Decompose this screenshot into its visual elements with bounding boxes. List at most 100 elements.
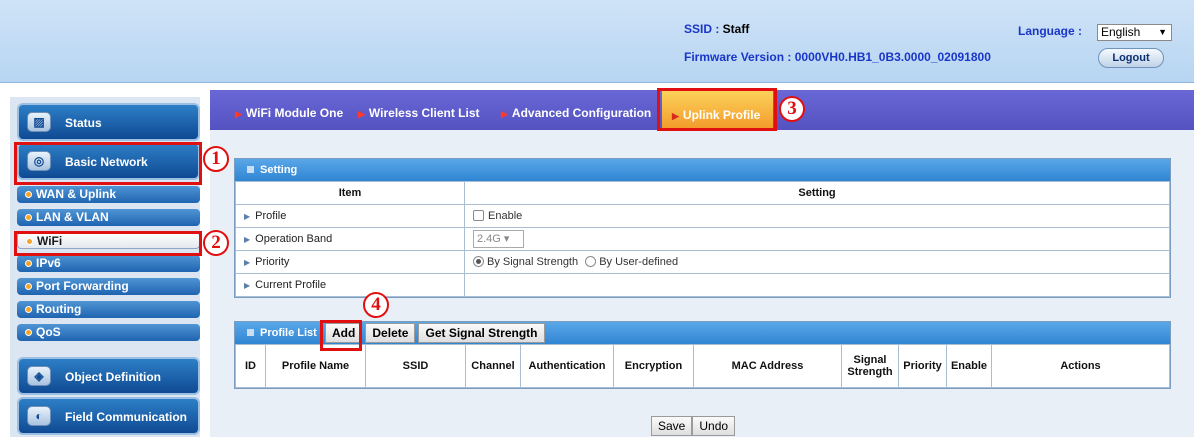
square-icon	[247, 166, 254, 173]
col-label: Strength	[847, 366, 893, 378]
setting-table: Item Setting ▶ Profile Enable ▶ Operation …	[235, 181, 1170, 297]
annotation-number-3: 3	[779, 96, 805, 122]
row-label: ▶ Current Profile	[235, 273, 465, 297]
top-header: SSID : Staff Firmware Version : 0000VH0.…	[0, 0, 1194, 83]
sidebar-item-qos[interactable]: QoS	[17, 324, 200, 341]
annotation-number-2: 2	[203, 230, 229, 256]
table-row: ▶ Priority By Signal Strength By User-def…	[235, 250, 1170, 274]
sidebar-item-label: Field Communication	[65, 410, 188, 424]
col-setting: Setting	[464, 181, 1170, 205]
sidebar-item-label: Object Definition	[65, 370, 161, 384]
annotation-number-1: 1	[203, 146, 229, 172]
firmware-display: Firmware Version : 0000VH0.HB1_0B3.0000_…	[684, 50, 991, 64]
bullet-icon	[25, 214, 32, 221]
col-id: ID	[235, 344, 266, 388]
profile-enable-checkbox[interactable]	[473, 210, 484, 221]
sidebar-item-label: Routing	[36, 302, 82, 316]
undo-button[interactable]: Undo	[692, 416, 736, 436]
priority-signal-radio[interactable]	[473, 256, 484, 267]
profile-list-panel: Profile List Add Delete Get Signal Stren…	[234, 321, 1171, 389]
sidebar-item-routing[interactable]: Routing	[17, 301, 200, 318]
sidebar-item-label: Port Forwarding	[36, 279, 129, 293]
row-label-text: Current Profile	[255, 279, 327, 291]
row-label: ▶ Operation Band	[235, 227, 465, 251]
tab-advanced-configuration[interactable]: ▶ Advanced Configuration	[501, 106, 651, 120]
annotation-box-wifi	[14, 231, 202, 256]
bullet-icon	[25, 283, 32, 290]
checkbox-label: Enable	[488, 210, 523, 222]
arrow-right-icon: ▶	[501, 109, 508, 119]
radio-label: By Signal Strength	[487, 256, 579, 268]
bullet-icon	[25, 260, 32, 267]
profile-list-header: Profile List Add Delete Get Signal Stren…	[235, 322, 1170, 344]
sidebar-item-ipv6[interactable]: IPv6	[17, 255, 200, 272]
row-label-text: Operation Band	[255, 233, 333, 245]
select-value: 2.4G	[477, 233, 501, 245]
chart-icon: ▨	[27, 112, 51, 132]
sidebar-item-wan[interactable]: WAN & Uplink	[17, 186, 200, 203]
tab-wireless-client-list[interactable]: ▶ Wireless Client List	[358, 106, 480, 120]
operation-band-select[interactable]: 2.4G ▾	[473, 230, 524, 248]
setting-panel-header: Setting	[235, 159, 1170, 181]
firmware-value: 0000VH0.HB1_0B3.0000_02091800	[794, 50, 991, 64]
annotation-box-uplink-profile	[657, 88, 777, 131]
sidebar-item-port-forwarding[interactable]: Port Forwarding	[17, 278, 200, 295]
triangle-icon: ▶	[244, 235, 251, 244]
col-item: Item	[235, 181, 465, 205]
communication-icon: ◐	[27, 406, 51, 426]
table-row: ▶ Profile Enable	[235, 204, 1170, 228]
tab-label: WiFi Module One	[245, 106, 344, 120]
firmware-label: Firmware Version :	[684, 50, 795, 64]
col-ssid: SSID	[365, 344, 466, 388]
row-value: By Signal Strength By User-defined	[464, 250, 1170, 274]
save-button[interactable]: Save	[651, 416, 693, 436]
sidebar-item-object-definition[interactable]: ◈ Object Definition	[17, 357, 200, 395]
form-buttons: Save Undo	[651, 416, 736, 436]
bullet-icon	[25, 306, 32, 313]
chevron-down-icon: ▼	[1158, 27, 1167, 37]
setting-panel: Setting Item Setting ▶ Profile Enable ▶ Op…	[234, 158, 1171, 298]
square-icon	[247, 329, 254, 336]
tab-label: Advanced Configuration	[511, 106, 652, 120]
row-value: Enable	[464, 204, 1170, 228]
col-priority: Priority	[898, 344, 947, 388]
language-select[interactable]: English ▼	[1097, 24, 1172, 41]
delete-button[interactable]: Delete	[365, 323, 416, 343]
tab-label: Wireless Client List	[368, 106, 480, 120]
triangle-icon: ▶	[244, 258, 251, 267]
row-value: 2.4G ▾	[464, 227, 1170, 251]
sidebar-item-label: WAN & Uplink	[36, 187, 116, 201]
col-enable: Enable	[946, 344, 992, 388]
table-row: ▶ Operation Band 2.4G ▾	[235, 227, 1170, 251]
profile-list-title: Profile List	[247, 327, 317, 339]
sidebar-item-label: IPv6	[36, 256, 61, 270]
triangle-icon: ▶	[244, 281, 251, 290]
col-mac-address: MAC Address	[693, 344, 842, 388]
bullet-icon	[25, 329, 32, 336]
col-label: Signal	[853, 354, 887, 366]
row-label-text: Priority	[255, 256, 290, 268]
setting-title: Setting	[260, 164, 298, 176]
sidebar-item-field-communication[interactable]: ◐ Field Communication	[17, 397, 200, 435]
col-authentication: Authentication	[520, 344, 614, 388]
row-value	[464, 273, 1170, 297]
get-signal-strength-button[interactable]: Get Signal Strength	[418, 323, 545, 343]
col-channel: Channel	[465, 344, 521, 388]
language-value: English	[1101, 25, 1141, 39]
sidebar-item-label: Status	[65, 116, 102, 130]
priority-user-radio[interactable]	[585, 256, 597, 267]
radio-label: By User-defined	[599, 256, 679, 268]
tab-wifi-module-one[interactable]: ▶ WiFi Module One	[235, 106, 343, 120]
sidebar-item-status[interactable]: ▨ Status	[17, 103, 200, 141]
arrow-right-icon: ▶	[358, 109, 365, 119]
sidebar-item-lan[interactable]: LAN & VLAN	[17, 209, 200, 226]
arrow-right-icon: ▶	[235, 109, 242, 119]
table-header-row: Item Setting	[235, 181, 1170, 205]
language-label: Language :	[1018, 24, 1083, 38]
bullet-icon	[25, 191, 32, 198]
sidebar-item-label: LAN & VLAN	[36, 210, 109, 224]
col-signal-strength: Signal Strength	[841, 344, 899, 388]
col-encryption: Encryption	[613, 344, 694, 388]
row-label: ▶ Priority	[235, 250, 465, 274]
logout-button[interactable]: Logout	[1098, 48, 1164, 68]
